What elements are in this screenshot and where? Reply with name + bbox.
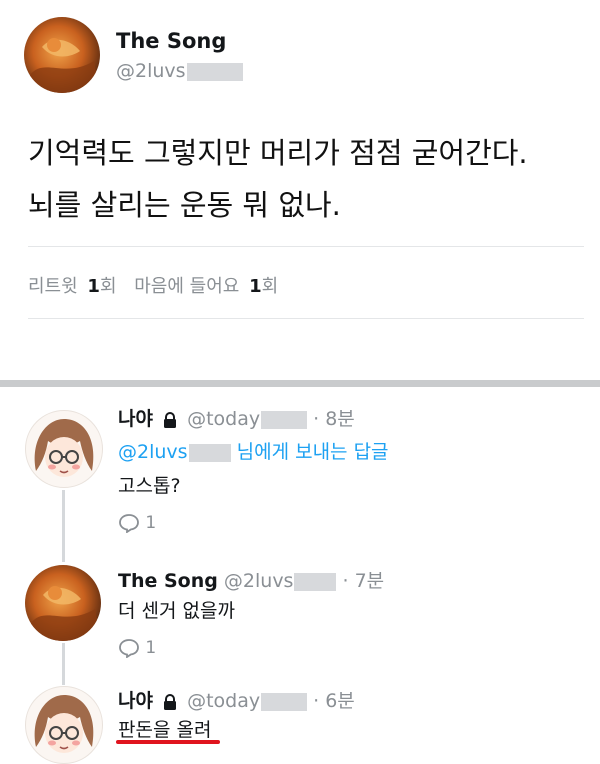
red-underline-highlight (116, 740, 220, 744)
reply-2-reply-action[interactable]: 1 (118, 638, 156, 658)
reply-1-handle[interactable]: @today (187, 408, 260, 430)
lock-icon (163, 693, 177, 710)
reply-2-display-name[interactable]: The Song (118, 570, 218, 592)
cartoon-girl-avatar (34, 419, 94, 477)
stats-bottom-divider (28, 318, 584, 319)
author-handle-text: @2luvs (116, 60, 186, 82)
retweet-label[interactable]: 리트윗 (28, 276, 78, 297)
tweet-text-line-2: 뇌를 살리는 운동 뭐 없나. (28, 188, 341, 222)
reply-3-handle[interactable]: @today (187, 690, 260, 712)
reply-3-time[interactable]: · 6분 (313, 690, 355, 712)
reply-1-reply-action[interactable]: 1 (118, 513, 156, 533)
stats-top-divider (28, 246, 584, 247)
handle-redaction (294, 572, 337, 591)
section-divider (0, 380, 600, 387)
reply-1-header: 나야 @today · 8분 (118, 404, 355, 431)
tweet-stats: 리트윗 1회 마음에 들어요 1회 (28, 272, 278, 298)
reply-3-avatar[interactable] (25, 686, 103, 764)
replying-to-handle[interactable]: @2luvs (118, 441, 188, 463)
likes-unit: 회 (261, 276, 279, 297)
reply-3-header: 나야 @today · 6분 (118, 686, 355, 713)
reply-3-display-name[interactable]: 나야 (118, 690, 153, 712)
reply-2-time[interactable]: · 7분 (343, 570, 385, 592)
replying-to-suffix-text: 님에게 보내는 답글 (236, 441, 389, 463)
retweet-count[interactable]: 1 (87, 276, 100, 297)
handle-redaction (188, 443, 231, 462)
cartoon-girl-avatar (34, 695, 94, 753)
reply-2-text: 더 센거 없을까 (118, 600, 235, 622)
reply-2-handle[interactable]: @2luvs (224, 570, 294, 592)
replying-to-suffix: 님에게 보내는 답글 (237, 441, 389, 463)
reply-1-replying-to: @2luvs 님에게 보내는 답글 (118, 437, 389, 464)
reply-2-reply-count: 1 (145, 638, 157, 658)
reply-bubble-icon (118, 513, 140, 533)
likes-count[interactable]: 1 (249, 276, 262, 297)
reply-2-avatar[interactable] (25, 565, 101, 641)
author-handle[interactable]: @2luvs (116, 60, 243, 82)
likes-label[interactable]: 마음에 들어요 (134, 276, 239, 297)
retweet-unit: 회 (99, 276, 117, 297)
reply-bubble-icon (118, 638, 140, 658)
reply-3-text: 판돈을 올려 (118, 719, 212, 741)
reply-1-display-name[interactable]: 나야 (118, 408, 153, 430)
handle-redaction (261, 692, 308, 711)
reply-1-avatar[interactable] (25, 410, 103, 488)
lock-icon (163, 411, 177, 428)
author-avatar[interactable] (24, 17, 100, 93)
tweet-text-line-1: 기억력도 그렇지만 머리가 점점 굳어간다. (28, 136, 528, 170)
painting-avatar-image (24, 17, 100, 93)
thread-connector-1 (62, 490, 65, 562)
thread-connector-2 (62, 643, 65, 685)
painting-avatar (25, 565, 101, 641)
handle-redaction (186, 62, 243, 81)
handle-redaction (261, 410, 308, 429)
reply-2-header: The Song @2luvs · 7분 (118, 566, 384, 593)
reply-1-reply-count: 1 (145, 513, 157, 533)
reply-1-text: 고스톱? (118, 475, 181, 497)
author-display-name[interactable]: The Song (116, 29, 226, 53)
reply-1-time[interactable]: · 8분 (313, 408, 355, 430)
